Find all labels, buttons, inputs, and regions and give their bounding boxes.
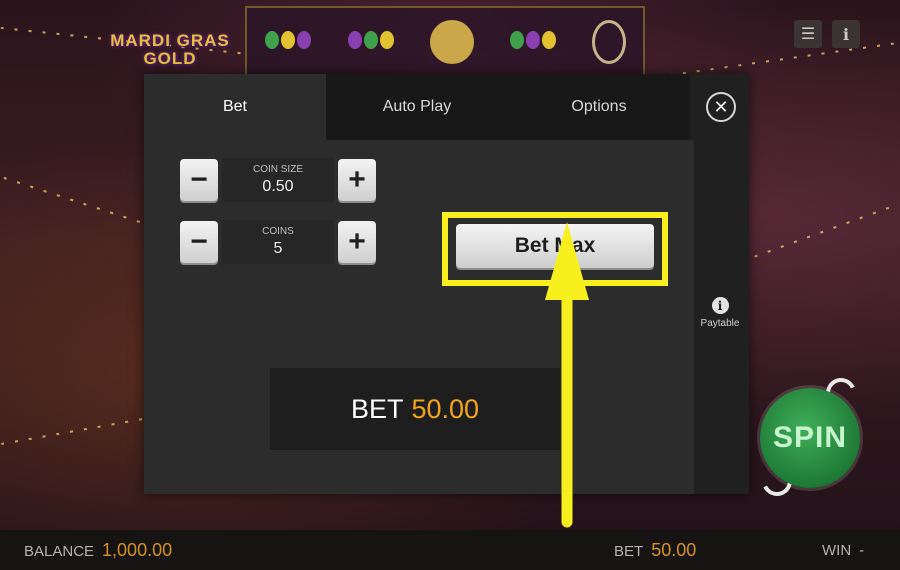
close-button[interactable]: ✕: [706, 92, 736, 122]
coin-size-decrease-button[interactable]: −: [180, 159, 218, 201]
balance-display: BALANCE 1,000.00: [24, 540, 172, 561]
info-icon: i: [711, 297, 729, 314]
balloons-symbol: [509, 30, 557, 54]
string-lights: [0, 416, 150, 446]
tab-auto-play[interactable]: Auto Play: [326, 74, 508, 140]
coin-size-label: COIN SIZE: [252, 164, 303, 175]
coin-size-display: COIN SIZE 0.50: [222, 158, 334, 202]
string-lights: [754, 204, 896, 258]
balloons-symbol: [347, 30, 395, 54]
spin-control: SPIN: [756, 373, 866, 502]
paytable-button[interactable]: i Paytable: [700, 297, 740, 329]
coins-display: COINS 5: [222, 220, 334, 264]
tab-bet[interactable]: Bet: [144, 74, 326, 140]
menu-icon[interactable]: ☰: [794, 20, 822, 48]
win-display: WIN -: [822, 542, 864, 559]
balance-label: BALANCE: [24, 542, 95, 560]
reel-strip: [245, 6, 645, 78]
bet-label: BET: [614, 542, 644, 560]
bet-tab-content: − COIN SIZE 0.50 + − COINS 5 + Bet Max B…: [144, 140, 694, 494]
bet-display: BET 50.00: [614, 540, 696, 561]
coins-value: 5: [273, 240, 283, 257]
bet-max-button[interactable]: Bet Max: [456, 224, 654, 268]
coin-size-stepper: − COIN SIZE 0.50 +: [180, 158, 376, 202]
bottom-status-bar: BALANCE 1,000.00 BET 50.00 WIN -: [0, 530, 900, 570]
balance-value: 1,000.00: [102, 539, 173, 560]
balloons-symbol: [264, 30, 312, 54]
top-right-controls: ☰ i: [794, 20, 860, 48]
coins-decrease-button[interactable]: −: [180, 221, 218, 263]
logo-text: MARDI GRAS: [110, 31, 230, 50]
mask-symbol: [591, 20, 626, 64]
coin-size-value: 0.50: [262, 178, 294, 195]
string-lights: [3, 176, 147, 226]
bet-value: 50.00: [651, 539, 697, 560]
fleur-de-lis-symbol: [429, 20, 474, 64]
modal-tabs: Bet Auto Play Options: [144, 74, 749, 140]
game-logo: MARDI GRAS GOLD: [100, 32, 240, 78]
win-value: -: [859, 541, 865, 559]
coins-stepper: − COINS 5 +: [180, 220, 376, 264]
total-bet-display: BET 50.00: [270, 368, 560, 450]
logo-subtext: GOLD: [143, 49, 197, 68]
tab-options[interactable]: Options: [508, 74, 690, 140]
win-label: WIN: [822, 541, 852, 559]
paytable-label: Paytable: [700, 318, 740, 329]
spin-button[interactable]: SPIN: [760, 388, 860, 488]
bet-settings-modal: Bet Auto Play Options ✕ − COIN SIZE 0.50…: [144, 74, 749, 494]
coins-label: COINS: [262, 226, 294, 237]
total-bet-label: BET: [350, 393, 404, 424]
coin-size-increase-button[interactable]: +: [338, 159, 376, 201]
info-icon[interactable]: i: [832, 20, 860, 48]
total-bet-value: 50.00: [411, 393, 480, 424]
close-icon: ✕: [713, 97, 729, 117]
coins-increase-button[interactable]: +: [338, 221, 376, 263]
